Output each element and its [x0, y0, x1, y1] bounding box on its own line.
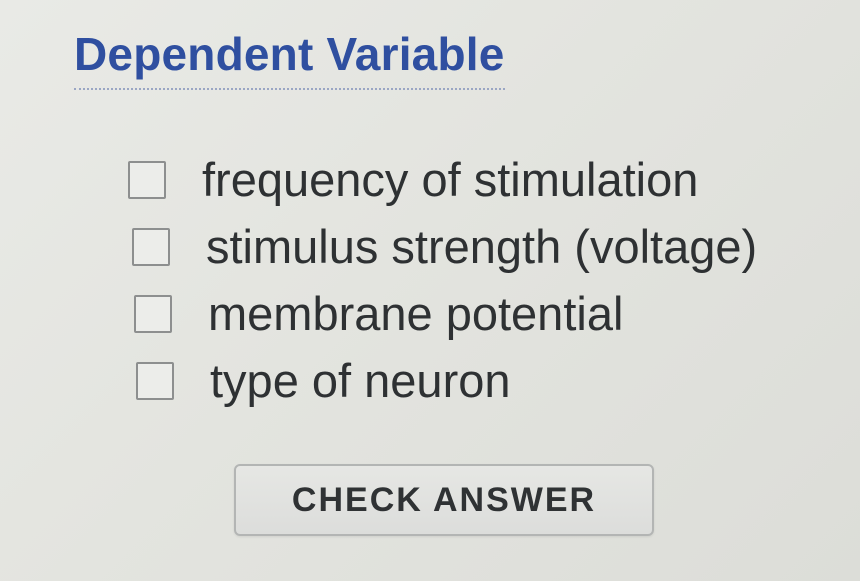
option-stimulus-strength[interactable]: stimulus strength (voltage): [128, 213, 828, 280]
question-title: Dependent Variable: [74, 24, 505, 90]
answer-options-list: frequency of stimulation stimulus streng…: [128, 146, 828, 414]
option-type-of-neuron[interactable]: type of neuron: [128, 347, 828, 414]
checkbox[interactable]: [136, 361, 174, 400]
option-membrane-potential[interactable]: membrane potential: [128, 280, 828, 347]
checkbox[interactable]: [128, 160, 166, 199]
option-label: frequency of stimulation: [202, 153, 699, 206]
option-label: type of neuron: [210, 354, 511, 407]
checkbox[interactable]: [132, 227, 170, 266]
checkbox[interactable]: [134, 294, 172, 333]
option-label: membrane potential: [208, 287, 624, 340]
option-label: stimulus strength (voltage): [206, 220, 758, 273]
option-frequency-of-stimulation[interactable]: frequency of stimulation: [128, 146, 828, 213]
check-answer-button[interactable]: CHECK ANSWER: [234, 464, 654, 536]
